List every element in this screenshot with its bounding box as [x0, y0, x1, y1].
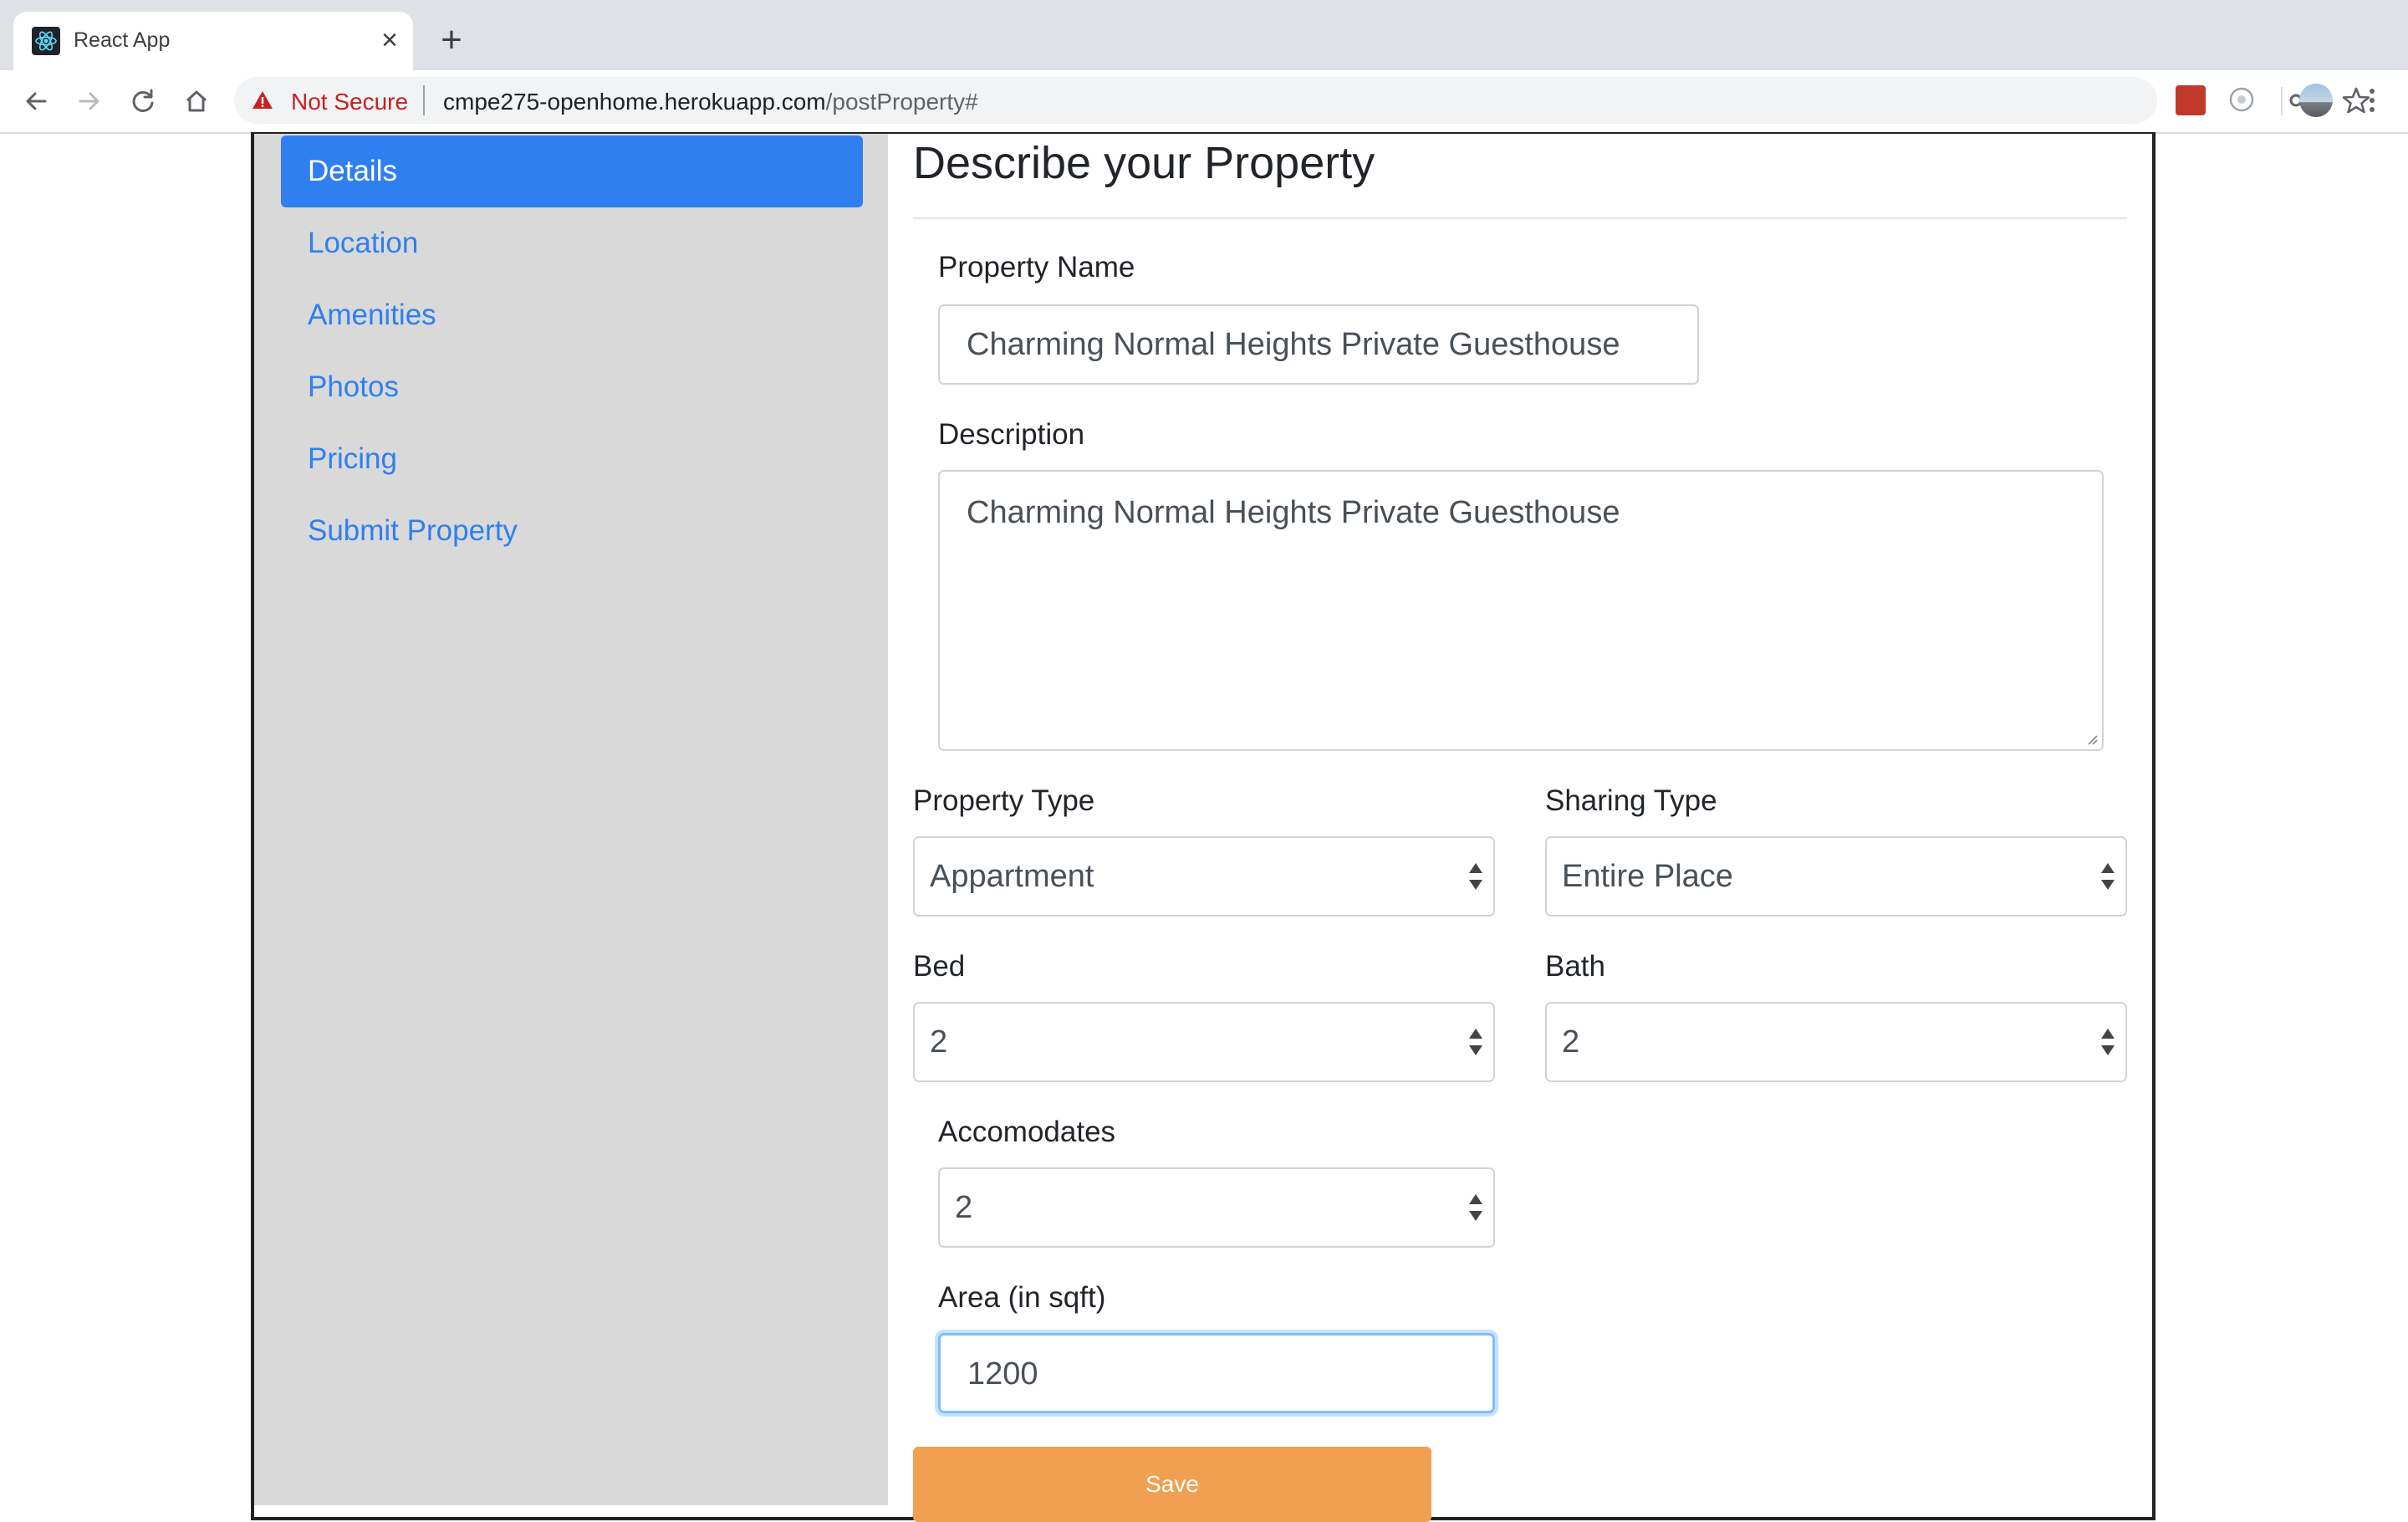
property-name-input[interactable]: Charming Normal Heights Private Guesthou…	[938, 304, 1699, 385]
property-type-value: Appartment	[930, 859, 1094, 894]
back-icon[interactable]	[17, 82, 55, 120]
sidebar-item-submit-property[interactable]: Submit Property	[281, 495, 863, 567]
select-arrows-icon	[2101, 863, 2115, 890]
tab-title: React App	[74, 28, 171, 52]
resize-grip-icon[interactable]	[2084, 731, 2099, 746]
browser-tabstrip: React App × +	[0, 0, 2408, 70]
close-icon[interactable]: ×	[375, 25, 405, 55]
extension-icon[interactable]	[2176, 85, 2206, 115]
reload-icon[interactable]	[124, 82, 162, 120]
accomodates-value: 2	[955, 1190, 973, 1225]
url-text[interactable]: cmpe275-openhome.herokuapp.com/postPrope…	[443, 89, 978, 115]
area-input[interactable]: 1200	[938, 1333, 1495, 1413]
sidebar-item-amenities[interactable]: Amenities	[281, 279, 863, 351]
property-type-label: Property Type	[913, 784, 1095, 817]
sidebar: Details Location Amenities Photos Pricin…	[254, 134, 888, 1505]
browser-tab[interactable]: React App ×	[13, 12, 413, 70]
forward-icon[interactable]	[70, 82, 109, 120]
profile-avatar[interactable]	[2299, 84, 2333, 117]
select-arrows-icon	[1469, 863, 1482, 890]
toolbar-divider	[2281, 87, 2283, 115]
save-button[interactable]: Save	[913, 1447, 1431, 1522]
sidebar-item-location[interactable]: Location	[281, 207, 863, 279]
extension-icon[interactable]	[2227, 85, 2256, 114]
select-arrows-icon	[1469, 1194, 1482, 1221]
plus-icon[interactable]: +	[435, 22, 468, 59]
bath-select[interactable]: 2	[1545, 1002, 2127, 1082]
url-separator	[423, 85, 425, 115]
address-bar[interactable]: Not Secure cmpe275-openhome.herokuapp.co…	[234, 77, 2370, 124]
sharing-type-value: Entire Place	[1562, 859, 1733, 894]
area-label: Area (in sqft)	[938, 1281, 1106, 1314]
sharing-type-select[interactable]: Entire Place	[1545, 836, 2127, 917]
bed-label: Bed	[913, 950, 966, 983]
url-host: cmpe275-openhome.herokuapp.com	[443, 89, 826, 115]
bath-value: 2	[1562, 1024, 1580, 1060]
select-arrows-icon	[2101, 1029, 2115, 1055]
react-icon	[32, 27, 60, 55]
property-type-select[interactable]: Appartment	[913, 836, 1495, 917]
description-label: Description	[938, 418, 1085, 451]
browser-toolbar: Not Secure cmpe275-openhome.herokuapp.co…	[0, 70, 2408, 134]
menu-icon[interactable]	[2360, 84, 2385, 117]
select-arrows-icon	[1469, 1029, 1482, 1055]
warning-icon[interactable]	[251, 89, 274, 112]
not-secure-label[interactable]: Not Secure	[291, 89, 408, 115]
sidebar-item-details[interactable]: Details	[281, 135, 863, 207]
property-name-label: Property Name	[938, 251, 1135, 283]
description-textarea[interactable]: Charming Normal Heights Private Guesthou…	[938, 470, 2104, 751]
url-path: /postProperty#	[825, 89, 978, 115]
main-content: Describe your Property Property Name Cha…	[888, 134, 2152, 1522]
bed-value: 2	[930, 1024, 948, 1060]
bed-select[interactable]: 2	[913, 1002, 1495, 1082]
sidebar-item-photos[interactable]: Photos	[281, 351, 863, 423]
accomodates-label: Accomodates	[938, 1116, 1116, 1148]
heading-divider	[913, 217, 2127, 219]
bath-label: Bath	[1545, 950, 1605, 983]
home-icon[interactable]	[177, 82, 216, 120]
sharing-type-label: Sharing Type	[1545, 784, 1717, 817]
page-title: Describe your Property	[913, 138, 1375, 188]
description-value: Charming Normal Heights Private Guesthou…	[967, 495, 1620, 530]
sidebar-item-pricing[interactable]: Pricing	[281, 423, 863, 495]
accomodates-select[interactable]: 2	[938, 1167, 1495, 1248]
